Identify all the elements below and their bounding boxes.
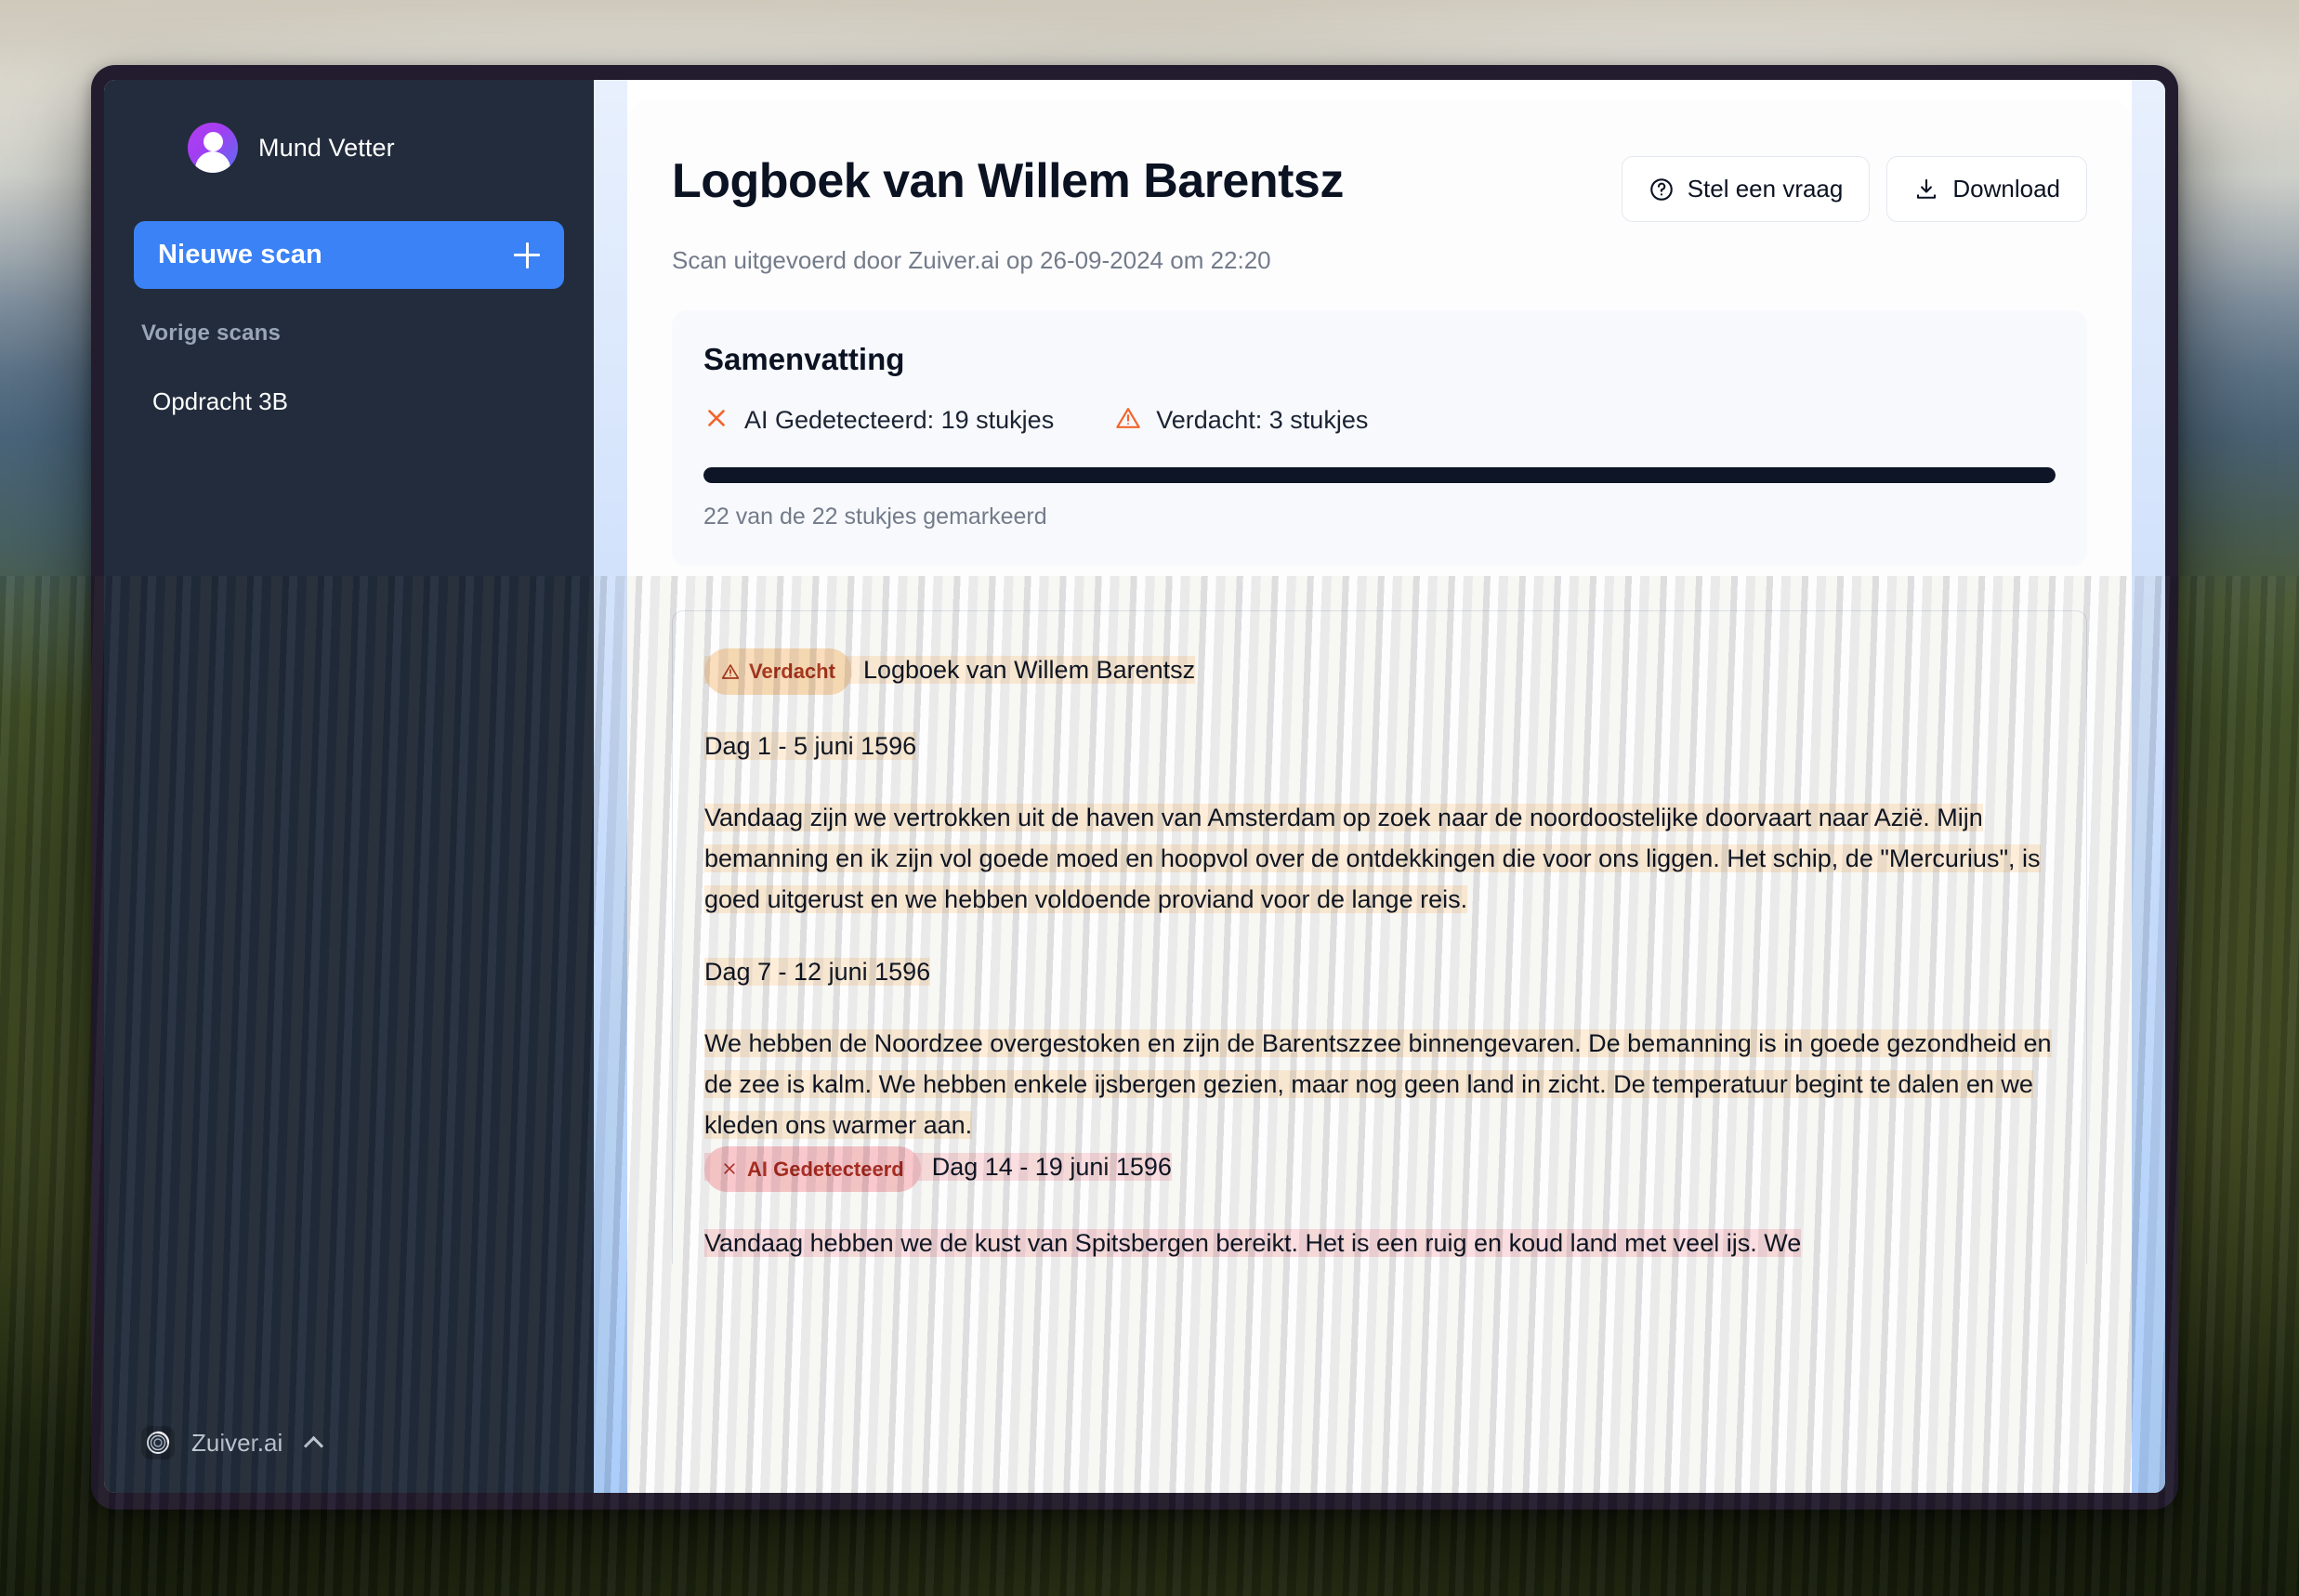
new-scan-label: Nieuwe scan <box>158 240 322 269</box>
question-circle-icon <box>1649 177 1675 203</box>
stat-ai-detected: AI Gedetecteerd: 19 stukjes <box>703 405 1054 436</box>
brand-menu[interactable]: Zuiver.ai <box>134 1422 564 1465</box>
warning-triangle-icon <box>1115 405 1141 436</box>
user-name: Mund Vetter <box>258 133 395 162</box>
status-badge-ai-detected[interactable]: AI Gedetecteerd <box>704 1145 921 1193</box>
doc-heading-title-line: Verdacht Logboek van Willem Barentsz <box>704 648 2055 695</box>
doc-title-text: Logboek van Willem Barentsz <box>862 655 1196 684</box>
x-mark-icon <box>703 405 729 436</box>
sidebar-item-opdracht-3b[interactable]: Opdracht 3B <box>134 378 564 425</box>
day14-heading: AI Gedetecteerd Dag 14 - 19 juni 1596 <box>704 1145 2055 1193</box>
brand-name: Zuiver.ai <box>191 1428 283 1457</box>
zuiver-logo-icon <box>141 1426 175 1459</box>
badge-ai-label: AI Gedetecteerd <box>747 1157 904 1181</box>
day14-paragraph-text: Vandaag hebben we de kust van Spitsberge… <box>704 1229 1802 1258</box>
summary-title: Samenvatting <box>703 342 905 376</box>
window-inner: Mund Vetter Nieuwe scan Vorige scans Opd… <box>104 80 2165 1493</box>
day7-paragraph-text: We hebben de Noordzee overgestoken en zi… <box>704 1029 2052 1139</box>
stat-suspect-text: Verdacht: 3 stukjes <box>1156 406 1369 434</box>
main-scroll-region[interactable]: Logboek van Willem Barentsz Stel een vra… <box>627 80 2132 1493</box>
scan-subtitle: Scan uitgevoerd door Zuiver.ai op 26-09-… <box>672 246 1271 274</box>
day7-paragraph: We hebben de Noordzee overgestoken en zi… <box>704 1024 2055 1145</box>
ask-question-button[interactable]: Stel een vraag <box>1621 156 1871 222</box>
content-card: Logboek van Willem Barentsz Stel een vra… <box>627 100 2132 1493</box>
summary-panel: Samenvatting AI Gedetecteerd: 19 stukjes <box>672 310 2087 566</box>
user-profile[interactable]: Mund Vetter <box>134 123 564 173</box>
stat-ai-detected-text: AI Gedetecteerd: 19 stukjes <box>744 406 1055 434</box>
sidebar: Mund Vetter Nieuwe scan Vorige scans Opd… <box>104 80 594 1493</box>
new-scan-button[interactable]: Nieuwe scan <box>134 221 564 289</box>
day7-heading-text: Dag 7 - 12 juni 1596 <box>704 957 931 986</box>
header-actions: Stel een vraag Download <box>1621 149 2087 222</box>
day14-heading-text: Dag 14 - 19 juni 1596 <box>931 1153 1172 1182</box>
app-window: Mund Vetter Nieuwe scan Vorige scans Opd… <box>91 65 2178 1510</box>
download-label: Download <box>1952 175 2060 203</box>
warning-triangle-icon <box>721 662 740 681</box>
summary-stats: AI Gedetecteerd: 19 stukjes Verdacht: 3 … <box>703 405 2056 436</box>
progress-bar <box>703 467 2056 483</box>
day7-heading: Dag 7 - 12 juni 1596 <box>704 952 2055 993</box>
download-button[interactable]: Download <box>1886 156 2087 222</box>
day1-paragraph: Vandaag zijn we vertrokken uit de haven … <box>704 798 2055 920</box>
progress-bar-fill <box>703 467 2056 483</box>
document-header: Logboek van Willem Barentsz Stel een vra… <box>672 149 2087 222</box>
status-badge-suspect[interactable]: Verdacht <box>704 648 852 695</box>
progress-caption: 22 van de 22 stukjes gemarkeerd <box>703 504 1047 530</box>
scan-item-label: Opdracht 3B <box>152 387 288 415</box>
stat-suspect: Verdacht: 3 stukjes <box>1115 405 1368 436</box>
user-avatar-icon <box>188 123 238 173</box>
day1-heading-text: Dag 1 - 5 juni 1596 <box>704 731 917 760</box>
main-area: Logboek van Willem Barentsz Stel een vra… <box>594 80 2165 1493</box>
page-title: Logboek van Willem Barentsz <box>672 154 1344 208</box>
chevron-up-icon <box>305 1434 322 1451</box>
day1-paragraph-text: Vandaag zijn we vertrokken uit de haven … <box>704 804 2041 913</box>
download-icon <box>1913 177 1939 203</box>
ask-question-label: Stel een vraag <box>1687 175 1844 203</box>
document-body: Verdacht Logboek van Willem Barentsz Dag… <box>672 610 2087 1264</box>
badge-suspect-label: Verdacht <box>749 660 835 683</box>
day14-paragraph: Vandaag hebben we de kust van Spitsberge… <box>704 1223 2055 1264</box>
desktop-wallpaper: Mund Vetter Nieuwe scan Vorige scans Opd… <box>0 0 2299 1596</box>
day1-heading: Dag 1 - 5 juni 1596 <box>704 726 2055 767</box>
plus-icon <box>514 242 540 268</box>
x-mark-icon <box>721 1160 738 1177</box>
previous-scans-label: Vorige scans <box>141 321 282 346</box>
